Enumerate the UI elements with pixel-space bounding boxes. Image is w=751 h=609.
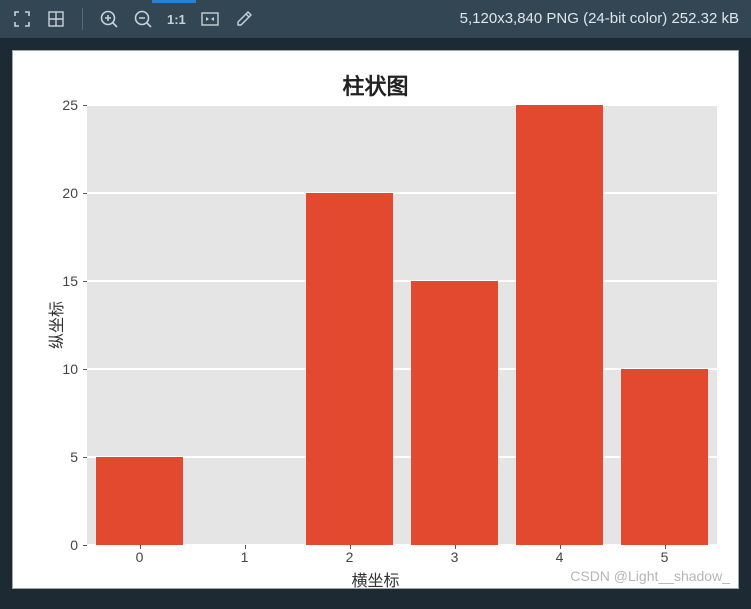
y-tick-label: 5 <box>54 449 78 465</box>
x-tick-label: 2 <box>346 549 354 565</box>
zoom-actual-button[interactable]: 1:1 <box>167 9 186 29</box>
y-tick-mark <box>83 193 87 194</box>
bar <box>411 281 497 545</box>
bar <box>306 193 392 545</box>
active-tab-indicator <box>152 0 196 3</box>
plot-area <box>87 105 717 545</box>
y-tick-mark <box>83 281 87 282</box>
zoom-out-icon[interactable] <box>133 9 153 29</box>
x-tick-mark <box>140 545 141 549</box>
gridline <box>87 280 717 282</box>
y-axis-label: 纵坐标 <box>43 301 67 349</box>
zoom-in-icon[interactable] <box>99 9 119 29</box>
y-tick-label: 25 <box>54 97 78 113</box>
bar <box>96 457 182 545</box>
toolbar-left-group: 1:1 <box>12 8 254 30</box>
y-tick-label: 20 <box>54 185 78 201</box>
x-tick-label: 1 <box>241 549 249 565</box>
image-info-status: 5,120x3,840 PNG (24-bit color) 252.32 kB <box>460 0 739 38</box>
y-tick-mark <box>83 105 87 106</box>
grid-icon[interactable] <box>46 9 66 29</box>
x-tick-mark <box>665 545 666 549</box>
x-tick-label: 3 <box>451 549 459 565</box>
fit-window-icon[interactable] <box>200 9 220 29</box>
x-tick-mark <box>560 545 561 549</box>
toolbar-separator <box>82 8 83 30</box>
x-tick-label: 4 <box>556 549 564 565</box>
y-tick-mark <box>83 369 87 370</box>
x-tick-label: 5 <box>661 549 669 565</box>
x-tick-label: 0 <box>136 549 144 565</box>
fullscreen-icon[interactable] <box>12 9 32 29</box>
gridline <box>87 192 717 194</box>
bar <box>516 105 602 545</box>
y-tick-label: 15 <box>54 273 78 289</box>
bar <box>621 369 707 545</box>
y-tick-mark <box>83 545 87 546</box>
image-viewer-toolbar: 1:1 5,120x3,840 PNG (24-bit color) 252.3… <box>0 0 751 38</box>
chart-document: 柱状图 纵坐标 横坐标 0510152025012345 CSDN @Light… <box>12 50 739 589</box>
watermark-text: CSDN @Light__shadow_ <box>570 568 730 584</box>
x-tick-mark <box>245 545 246 549</box>
y-tick-mark <box>83 457 87 458</box>
x-tick-mark <box>455 545 456 549</box>
x-tick-mark <box>350 545 351 549</box>
y-tick-label: 0 <box>54 537 78 553</box>
color-picker-icon[interactable] <box>234 9 254 29</box>
chart-title: 柱状图 <box>13 69 738 101</box>
y-tick-label: 10 <box>54 361 78 377</box>
gridline <box>87 104 717 106</box>
